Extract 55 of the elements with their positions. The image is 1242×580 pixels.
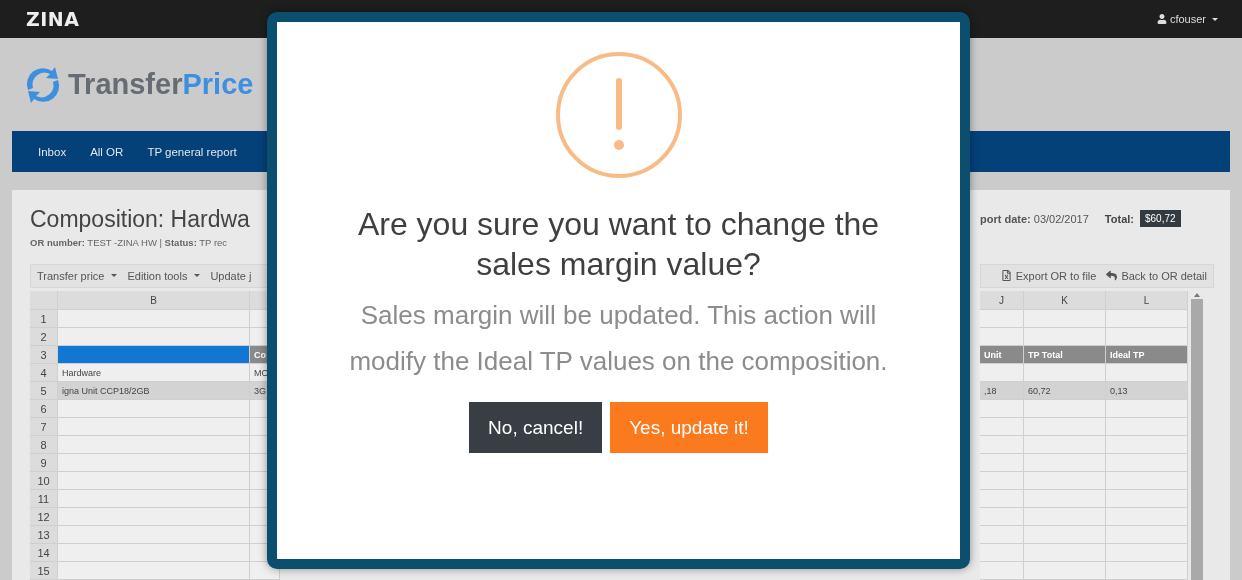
row-number: 9 bbox=[30, 454, 58, 472]
row-number: 13 bbox=[30, 526, 58, 544]
row-number: 15 bbox=[30, 562, 58, 580]
row-number: 12 bbox=[30, 508, 58, 526]
table-cell: Hardware bbox=[58, 364, 250, 382]
nav-link[interactable]: Inbox bbox=[38, 145, 67, 158]
row-number: 11 bbox=[30, 490, 58, 508]
caret-icon bbox=[111, 274, 118, 278]
dialog-title: Are you sure you want to change the sales margin value? bbox=[356, 205, 881, 284]
table-cell: 0,13 bbox=[1106, 382, 1188, 400]
toolbar-item[interactable]: Edition tools bbox=[127, 269, 201, 282]
table-cell: 60,72 bbox=[1024, 382, 1106, 400]
row-number: 7 bbox=[30, 418, 58, 436]
column-header: K bbox=[1024, 291, 1106, 310]
scrollbar[interactable] bbox=[1190, 291, 1204, 580]
table-cell: Ideal TP bbox=[1106, 346, 1188, 364]
table-cell: TP Total bbox=[1024, 346, 1106, 364]
total-label: Total: bbox=[1104, 212, 1134, 225]
brand-logo[interactable]: ZINA bbox=[26, 8, 80, 30]
table-cell: Unit bbox=[980, 346, 1024, 364]
logo-text: Transfer bbox=[68, 68, 183, 101]
table-corner bbox=[30, 291, 58, 310]
toolbar-item[interactable]: Transfer price bbox=[37, 269, 118, 282]
user-icon bbox=[1156, 14, 1167, 24]
column-header: L bbox=[1106, 291, 1188, 310]
table-cell: ,18 bbox=[980, 382, 1024, 400]
caret-icon bbox=[194, 274, 201, 278]
toolbar-item[interactable]: Back to OR detail bbox=[1106, 269, 1207, 282]
exclamation-circle-icon bbox=[553, 50, 684, 180]
row-number: 2 bbox=[30, 328, 58, 346]
row-number: 14 bbox=[30, 544, 58, 562]
reply-arrow-icon bbox=[1106, 270, 1118, 282]
total-badge: $60,72 bbox=[1140, 210, 1181, 227]
row-number: 4 bbox=[30, 364, 58, 382]
toolbar-item[interactable]: Export OR to file bbox=[1000, 269, 1097, 282]
report-date: port date: 03/02/2017 bbox=[980, 212, 1089, 225]
table-cell: igna Unit CCP18/2GB bbox=[58, 382, 250, 400]
column-header: J bbox=[980, 291, 1024, 310]
row-number: 10 bbox=[30, 472, 58, 490]
meta-text: OR number: TEST -ZINA HW | Status: TP rec bbox=[30, 237, 229, 248]
cancel-button[interactable]: No, cancel! bbox=[469, 402, 603, 453]
row-number: 1 bbox=[30, 310, 58, 328]
row-number: 6 bbox=[30, 400, 58, 418]
spreadsheet-file-icon bbox=[1000, 270, 1012, 282]
column-header: B bbox=[58, 291, 250, 310]
nav-link[interactable]: TP general report bbox=[147, 145, 237, 158]
row-number: 3 bbox=[30, 346, 58, 364]
dialog-text: Sales margin will be updated. This action will modify the Ideal TP values on the composition. bbox=[348, 299, 889, 378]
page-title: Composition: Hardwa bbox=[30, 206, 251, 233]
nav-link[interactable]: All OR bbox=[90, 145, 124, 158]
row-number: 8 bbox=[30, 436, 58, 454]
toolbar-item[interactable]: Update j bbox=[210, 269, 252, 282]
row-number: 5 bbox=[30, 382, 58, 400]
user-menu[interactable]: cfouser bbox=[1156, 13, 1218, 25]
logo-text: Price bbox=[182, 68, 254, 101]
